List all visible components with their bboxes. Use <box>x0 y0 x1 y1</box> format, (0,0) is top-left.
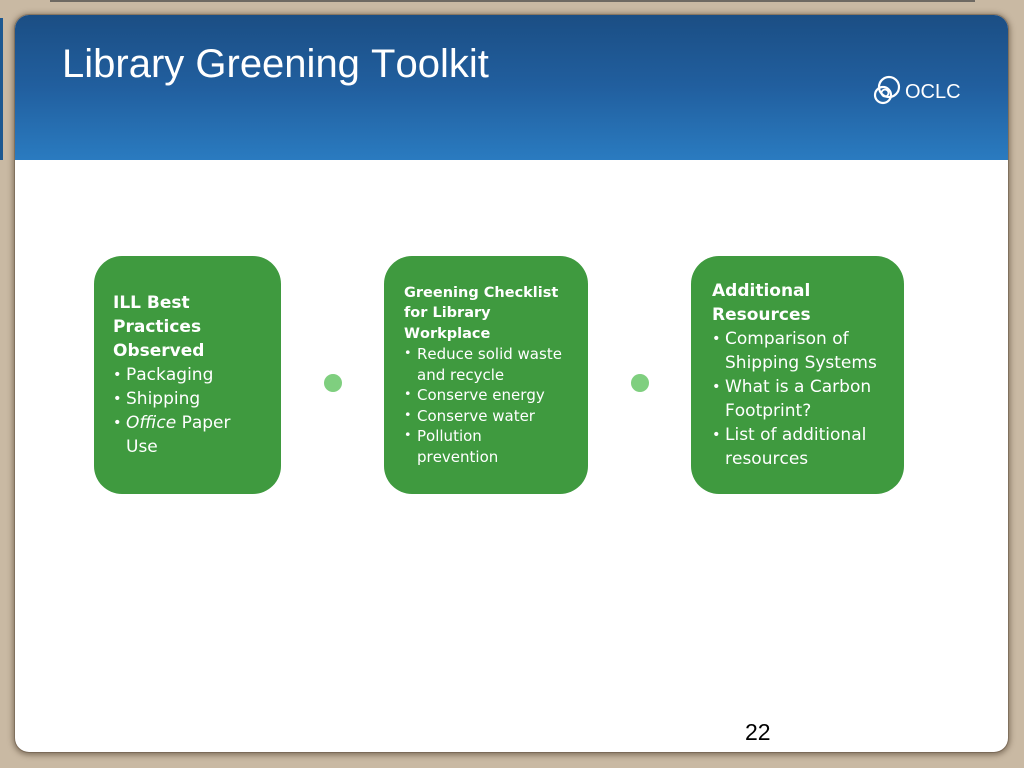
bullet-list: Packaging Shipping Office Paper Use <box>113 363 253 459</box>
bullet-item: Shipping <box>113 387 253 411</box>
header-edge-strip <box>0 18 3 160</box>
box-content: Greening Checklist for Library Workplace… <box>404 283 565 468</box>
bullet-item: Pollution prevention <box>404 426 565 467</box>
bullet-item: List of additional resources <box>712 423 890 471</box>
box-heading: Greening Checklist for Library Workplace <box>404 284 559 342</box>
diagram-box-greening-checklist: Greening Checklist for Library Workplace… <box>384 256 588 494</box>
connector-dot <box>631 374 649 392</box>
bullet-italic-text: Office <box>126 413 177 433</box>
bullet-item: What is a Carbon Footprint? <box>712 375 890 423</box>
box-heading: Additional Resources <box>712 281 811 325</box>
bullet-item: Office Paper Use <box>113 411 253 459</box>
bullet-list: Reduce solid waste and recycle Conserve … <box>404 344 565 467</box>
top-edge-rule <box>50 0 975 2</box>
bullet-item: Packaging <box>113 363 253 387</box>
bullet-item: Conserve water <box>404 406 565 427</box>
bullet-list: Comparison of Shipping Systems What is a… <box>712 327 890 471</box>
connector-dot <box>324 374 342 392</box>
box-content: ILL Best Practices Observed Packaging Sh… <box>113 291 253 459</box>
diagram-box-additional-resources: Additional Resources Comparison of Shipp… <box>691 256 904 494</box>
page-number: 22 <box>745 719 771 745</box>
diagram-box-ill-best-practices: ILL Best Practices Observed Packaging Sh… <box>94 256 281 494</box>
bullet-item: Conserve energy <box>404 385 565 406</box>
box-heading: ILL Best Practices Observed <box>113 293 205 361</box>
bullet-item: Comparison of Shipping Systems <box>712 327 890 375</box>
process-diagram: ILL Best Practices Observed Packaging Sh… <box>15 15 1008 752</box>
bullet-item: Reduce solid waste and recycle <box>404 344 565 385</box>
slide: Library Greening Toolkit OCLC ILL Best P… <box>15 15 1008 752</box>
box-content: Additional Resources Comparison of Shipp… <box>712 279 890 471</box>
